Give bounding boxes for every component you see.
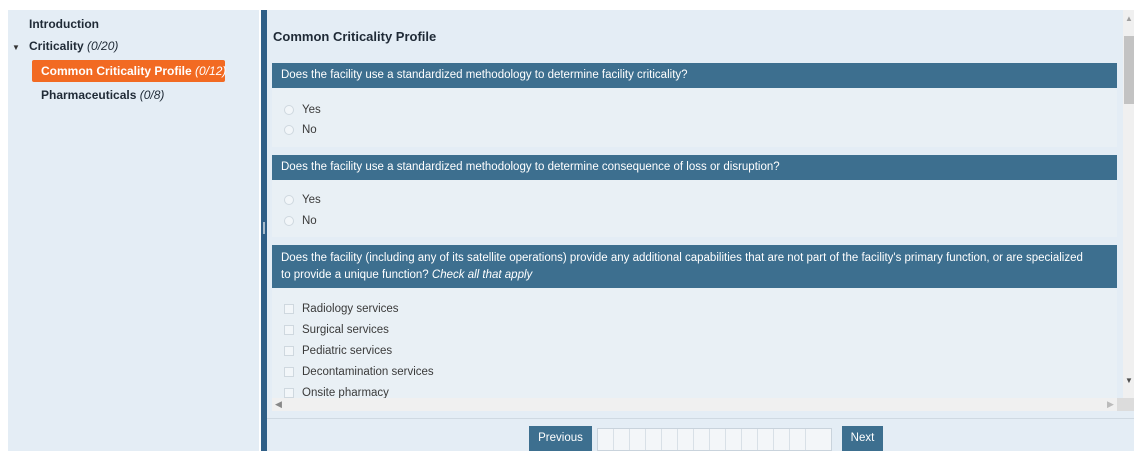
progress-segment-divider [741,429,742,450]
horizontal-scrollbar[interactable] [272,398,1117,411]
progress-segment-divider [693,429,694,450]
option-label: No [302,215,317,227]
question-text-line1: Does the facility (including any of its … [281,252,1083,264]
progress-segment-divider [773,429,774,450]
progress-segment-divider [677,429,678,450]
next-button[interactable]: Next [842,426,883,451]
progress-segment-divider [789,429,790,450]
option-label: Onsite pharmacy [302,387,389,398]
progress-segment-divider [757,429,758,450]
question-body [272,180,1117,237]
radio-button[interactable] [284,125,294,135]
option-label: Yes [302,104,321,116]
arrow-down-icon[interactable]: ▼ [1125,376,1133,385]
option-label: No [302,124,317,136]
splitter-grip-handle[interactable] [263,222,265,234]
checkbox[interactable] [284,388,294,398]
caret-down-icon[interactable]: ▼ [12,43,20,52]
question-body [272,88,1117,147]
option-label: Pediatric services [302,345,393,357]
sidebar-item-count: (0/8) [139,88,165,102]
checkbox[interactable] [284,325,294,335]
option-label: Yes [302,194,321,206]
progress-segment-divider [645,429,646,450]
sidebar-item-label: Common Criticality Profile [41,64,192,78]
question-hint: Check all that apply [431,269,533,281]
question-text: to provide a unique function? [281,269,429,281]
question-header: Does the facility (including any of its … [272,245,1117,288]
sidebar-item-label: Introduction [29,17,99,31]
checkbox[interactable] [284,304,294,314]
progress-segment-divider [613,429,614,450]
page-title: Common Criticality Profile [273,29,437,44]
sidebar-item-common-criticality-profile[interactable]: Common Criticality Profile (0/12) [32,60,227,82]
checkbox[interactable] [284,346,294,356]
progress-segment-divider [725,429,726,450]
arrow-right-icon[interactable]: ▶ [1107,398,1114,411]
previous-button[interactable]: Previous [529,426,592,451]
radio-button[interactable] [284,216,294,226]
sidebar-item-label: Pharmaceuticals [41,88,137,102]
sidebar-item-count: (0/12) [195,64,227,78]
sidebar-item-pharmaceuticals[interactable]: Pharmaceuticals (0/8) [41,88,164,102]
question-header: Does the facility use a standardized met… [272,155,1117,180]
progress-segment-divider [629,429,630,450]
scrollbar-thumb[interactable] [1124,36,1134,104]
clipped-option-container: Onsite pharmacy [272,387,1117,398]
sidebar-item-introduction[interactable]: Introduction [29,17,99,31]
sidebar-item-criticality[interactable]: Criticality (0/20) [29,39,118,53]
radio-button[interactable] [284,105,294,115]
arrow-up-icon[interactable]: ▲ [1125,14,1133,23]
sidebar-nav: Introduction ▼ Criticality (0/20) Common… [8,10,259,451]
option-label: Decontamination services [302,366,434,378]
scrollbar-corner [1117,398,1134,411]
progress-segment-divider [709,429,710,450]
checkbox[interactable] [284,367,294,377]
sidebar-item-count: (0/20) [87,39,119,53]
arrow-left-icon[interactable]: ◀ [275,398,282,411]
progress-segment-divider [805,429,806,450]
question-header: Does the facility use a standardized met… [272,63,1117,88]
progress-segment-divider [661,429,662,450]
sidebar-item-label: Criticality [29,39,84,53]
footer-divider [267,418,1134,419]
question-text-line2: to provide a unique function? Check all … [281,267,1108,284]
option-label: Surgical services [302,324,389,336]
radio-button[interactable] [284,195,294,205]
progress-bar [597,428,832,451]
option-label: Radiology services [302,303,399,315]
